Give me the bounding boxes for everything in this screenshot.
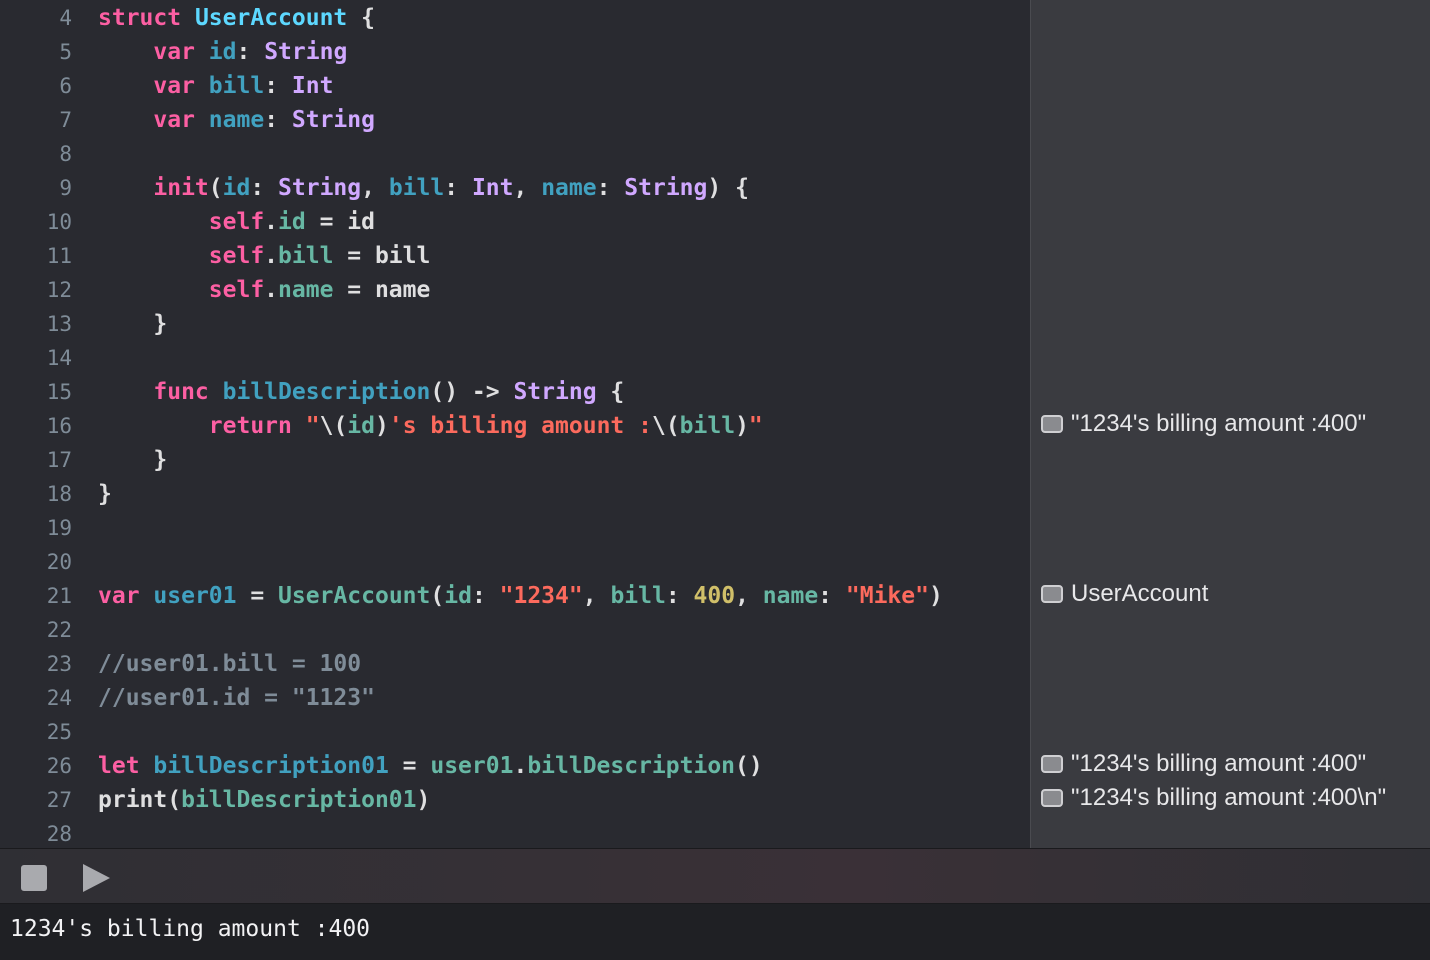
code-line[interactable]: 9 init(id: String, bill: Int, name: Stri… (0, 171, 1030, 205)
code-line[interactable]: 7 var name: String (0, 103, 1030, 137)
line-number: 16 (46, 414, 72, 438)
code-line[interactable]: 12 self.name = name (0, 273, 1030, 307)
line-number: 27 (46, 788, 72, 812)
code-line[interactable]: 10 self.id = id (0, 205, 1030, 239)
line-code: //user01.id = "1123" (98, 685, 375, 711)
code-line[interactable]: 23 //user01.bill = 100 (0, 647, 1030, 681)
code-line[interactable]: 26 let billDescription01 = user01.billDes… (0, 749, 1030, 783)
result-value[interactable]: UserAccount (1041, 577, 1208, 611)
line-code: var id: String (153, 39, 348, 65)
line-number: 26 (46, 754, 72, 778)
line-number: 8 (59, 142, 72, 166)
line-number: 12 (46, 278, 72, 302)
line-number: 11 (46, 244, 72, 268)
result-value[interactable]: "1234's billing amount :400" (1041, 747, 1366, 781)
line-number: 5 (59, 40, 72, 64)
code-line[interactable]: 11 self.bill = bill (0, 239, 1030, 273)
console-output: 1234's billing amount :400 (0, 904, 1430, 960)
code-line[interactable]: 8 (0, 137, 1030, 171)
line-code: print(billDescription01) (98, 787, 431, 813)
line-number: 22 (46, 618, 72, 642)
line-code: init(id: String, bill: Int, name: String… (153, 175, 749, 201)
result-text: "1234's billing amount :400\n" (1071, 784, 1387, 811)
code-line[interactable]: 19 (0, 511, 1030, 545)
line-code: } (98, 481, 112, 507)
code-line[interactable]: 18} (0, 477, 1030, 511)
debug-toolbar (0, 848, 1430, 904)
line-number: 6 (59, 74, 72, 98)
line-number: 10 (46, 210, 72, 234)
line-code: var bill: Int (153, 73, 334, 99)
line-number: 20 (46, 550, 72, 574)
code-line[interactable]: 13 } (0, 307, 1030, 341)
result-text: UserAccount (1071, 580, 1209, 607)
code-line[interactable]: 14 (0, 341, 1030, 375)
code-line[interactable]: 25 (0, 715, 1030, 749)
line-number: 4 (59, 6, 72, 30)
line-number: 25 (46, 720, 72, 744)
line-number: 21 (46, 584, 72, 608)
code-line[interactable]: 21 var user01 = UserAccount(id: "1234", b… (0, 579, 1030, 613)
line-code: return "\(id)'s billing amount :\(bill)" (208, 413, 763, 439)
line-number: 9 (59, 176, 72, 200)
code-line[interactable]: 17 } (0, 443, 1030, 477)
code-area[interactable]: 4 struct UserAccount {5 var id: String 6 v… (0, 0, 1030, 848)
code-line[interactable]: 6 var bill: Int (0, 69, 1030, 103)
line-code: self.name = name (208, 277, 431, 303)
line-code: let billDescription01 = user01.billDescr… (98, 753, 763, 779)
code-line[interactable]: 16 return "\(id)'s billing amount :\(bil… (0, 409, 1030, 443)
results-sidebar: "1234's billing amount :400" UserAccount "… (1030, 0, 1430, 848)
line-number: 17 (46, 448, 72, 472)
stop-icon[interactable] (21, 865, 47, 891)
line-number: 14 (46, 346, 72, 370)
line-number: 13 (46, 312, 72, 336)
code-line[interactable]: 24 //user01.id = "1123" (0, 681, 1030, 715)
line-number: 15 (46, 380, 72, 404)
quick-look-icon[interactable] (1041, 789, 1063, 807)
line-code: //user01.bill = 100 (98, 651, 362, 677)
line-code: self.bill = bill (208, 243, 431, 269)
quick-look-icon[interactable] (1041, 415, 1063, 433)
line-code: var user01 = UserAccount(id: "1234", bil… (98, 583, 943, 609)
line-number: 28 (46, 822, 72, 846)
line-code: self.id = id (208, 209, 375, 235)
line-code: var name: String (153, 107, 375, 133)
quick-look-icon[interactable] (1041, 585, 1063, 603)
code-line[interactable]: 27 print(billDescription01) (0, 783, 1030, 817)
code-editor[interactable]: 4 struct UserAccount {5 var id: String 6 v… (0, 0, 1430, 848)
code-line[interactable]: 4 struct UserAccount { (0, 1, 1030, 35)
line-number: 19 (46, 516, 72, 540)
result-text: "1234's billing amount :400" (1071, 410, 1367, 437)
line-number: 23 (46, 652, 72, 676)
play-icon[interactable] (80, 862, 112, 894)
result-text: "1234's billing amount :400" (1071, 750, 1367, 777)
line-code: struct UserAccount { (98, 5, 375, 31)
code-line[interactable]: 15 func billDescription() -> String { (0, 375, 1030, 409)
line-number: 18 (46, 482, 72, 506)
result-value[interactable]: "1234's billing amount :400" (1041, 407, 1366, 441)
console-text: 1234's billing amount :400 (10, 916, 371, 942)
line-number: 7 (59, 108, 72, 132)
code-line[interactable]: 22 (0, 613, 1030, 647)
line-number: 24 (46, 686, 72, 710)
line-code: } (98, 447, 168, 473)
code-line[interactable]: 28 (0, 817, 1030, 848)
quick-look-icon[interactable] (1041, 755, 1063, 773)
result-value[interactable]: "1234's billing amount :400\n" (1041, 781, 1386, 815)
line-code: } (98, 311, 168, 337)
code-line[interactable]: 20 (0, 545, 1030, 579)
line-code: func billDescription() -> String { (153, 379, 625, 405)
code-line[interactable]: 5 var id: String (0, 35, 1030, 69)
